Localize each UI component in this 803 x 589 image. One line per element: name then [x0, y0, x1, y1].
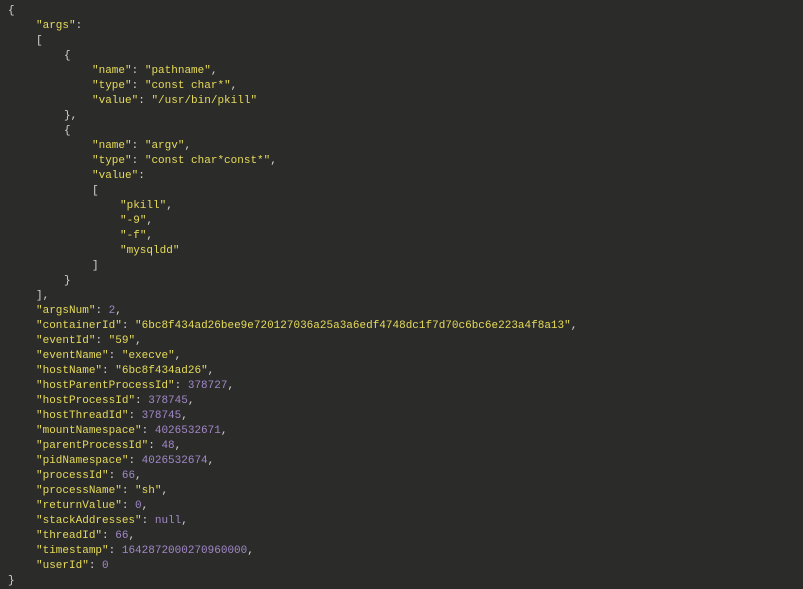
field-containerId: "containerId": "6bc8f434ad26bee9e7201270…: [8, 319, 795, 334]
json-viewer: { "args": [ { "name": "pathname", "type"…: [8, 4, 795, 589]
brace-open: {: [8, 124, 795, 139]
array-item: "mysqldd": [8, 244, 795, 259]
brace-close: },: [8, 109, 795, 124]
field-hostProcessId: "hostProcessId": 378745,: [8, 394, 795, 409]
field-hostName: "hostName": "6bc8f434ad26",: [8, 364, 795, 379]
brace-open: {: [8, 4, 795, 19]
field-parentProcessId: "parentProcessId": 48,: [8, 439, 795, 454]
brace-close: }: [8, 274, 795, 289]
bracket-close: ]: [8, 259, 795, 274]
field-stackAddresses: "stackAddresses": null,: [8, 514, 795, 529]
field-returnValue: "returnValue": 0,: [8, 499, 795, 514]
brace-open: {: [8, 49, 795, 64]
array-item: "-f",: [8, 229, 795, 244]
array-item: "-9",: [8, 214, 795, 229]
bracket-open: [: [8, 34, 795, 49]
field-hostThreadId: "hostThreadId": 378745,: [8, 409, 795, 424]
field-value: "value":: [8, 169, 795, 184]
field-threadId: "threadId": 66,: [8, 529, 795, 544]
field-type: "type": "const char*const*",: [8, 154, 795, 169]
field-name: "name": "argv",: [8, 139, 795, 154]
array-item: "pkill",: [8, 199, 795, 214]
field-value: "value": "/usr/bin/pkill": [8, 94, 795, 109]
brace-close: }: [8, 574, 795, 589]
field-name: "name": "pathname",: [8, 64, 795, 79]
field-type: "type": "const char*",: [8, 79, 795, 94]
field-processId: "processId": 66,: [8, 469, 795, 484]
field-argsNum: "argsNum": 2,: [8, 304, 795, 319]
bracket-close: ],: [8, 289, 795, 304]
field-hostParentProcessId: "hostParentProcessId": 378727,: [8, 379, 795, 394]
field-args: "args":: [8, 19, 795, 34]
field-mountNamespace: "mountNamespace": 4026532671,: [8, 424, 795, 439]
bracket-open: [: [8, 184, 795, 199]
field-eventName: "eventName": "execve",: [8, 349, 795, 364]
field-pidNamespace: "pidNamespace": 4026532674,: [8, 454, 795, 469]
field-userId: "userId": 0: [8, 559, 795, 574]
field-eventId: "eventId": "59",: [8, 334, 795, 349]
field-timestamp: "timestamp": 1642872000270960000,: [8, 544, 795, 559]
field-processName: "processName": "sh",: [8, 484, 795, 499]
